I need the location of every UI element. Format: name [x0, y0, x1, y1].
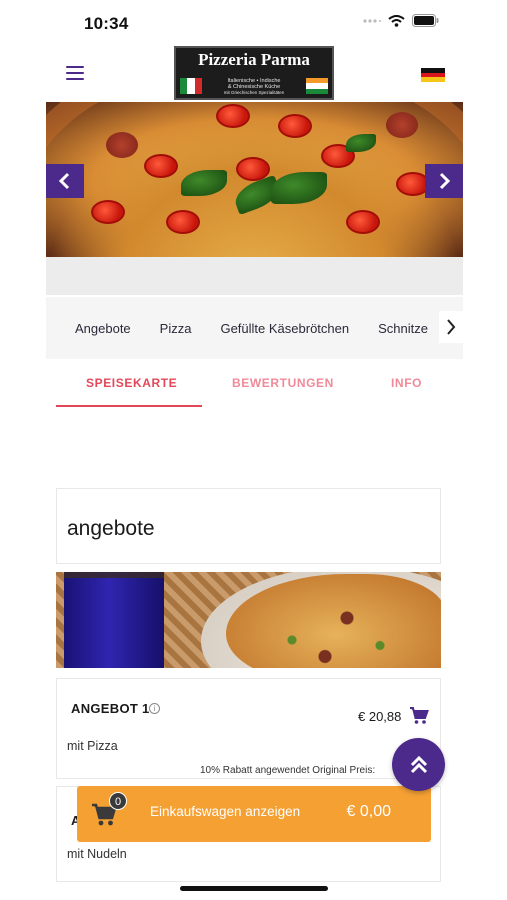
- hamburger-icon[interactable]: [66, 66, 84, 80]
- home-indicator: [180, 886, 328, 891]
- cart-label: Einkaufswagen anzeigen: [150, 804, 301, 819]
- info-icon[interactable]: i: [149, 703, 160, 714]
- section-header-card: angebote: [56, 488, 441, 564]
- category-next-button[interactable]: [439, 311, 463, 343]
- tomato-topping: [346, 210, 380, 234]
- product-card[interactable]: ANGEBOT 1 i € 20,88 mit Pizza 10% Rabatt…: [56, 678, 441, 779]
- product-name: ANGEBOT 1: [71, 701, 150, 716]
- product-description: mit Pizza: [67, 739, 118, 753]
- tab-speisekarte[interactable]: SPEISEKARTE: [86, 376, 177, 390]
- tomato-topping: [144, 154, 178, 178]
- battery-icon: [412, 14, 439, 27]
- carousel-next-button[interactable]: [425, 164, 463, 198]
- double-chevron-up-icon: [410, 755, 427, 773]
- product-description: mit Nudeln: [67, 847, 127, 861]
- cart-count-badge: 0: [109, 792, 127, 810]
- chevron-right-icon: [447, 319, 456, 335]
- tomato-topping: [278, 114, 312, 138]
- status-icons: [363, 14, 439, 27]
- category-item-gefuellte-kaesebroetchen[interactable]: Gefüllte Käsebrötchen: [220, 321, 349, 336]
- section-title: angebote: [67, 517, 155, 540]
- app-header: Pizzeria Parma Italienische • Indische &…: [46, 44, 463, 102]
- hero-band: [46, 257, 463, 295]
- category-item-pizza[interactable]: Pizza: [160, 321, 192, 336]
- scroll-to-top-button[interactable]: [392, 738, 445, 791]
- hero-carousel: [46, 102, 463, 257]
- status-time: 10:34: [84, 14, 129, 33]
- tab-bar: SPEISEKARTE BEWERTUNGEN INFO: [46, 362, 463, 410]
- logo[interactable]: Pizzeria Parma Italienische • Indische &…: [174, 46, 334, 100]
- category-nav: Angebote Pizza Gefüllte Käsebrötchen Sch…: [46, 297, 463, 359]
- tomato-topping: [166, 210, 200, 234]
- salami-topping: [386, 112, 418, 138]
- tab-info[interactable]: INFO: [391, 376, 422, 390]
- cart-total: € 0,00: [346, 803, 391, 820]
- view-cart-button[interactable]: 0 Einkaufswagen anzeigen € 0,00: [77, 786, 431, 842]
- chevron-left-icon: [58, 172, 70, 190]
- logo-title: Pizzeria Parma: [198, 50, 310, 69]
- cart-icon: [410, 707, 429, 724]
- add-to-cart-button[interactable]: [409, 707, 429, 730]
- india-flag-icon: [306, 78, 328, 94]
- salami-topping: [106, 132, 138, 158]
- status-bar: 10:34: [0, 0, 507, 46]
- carousel-prev-button[interactable]: [46, 164, 84, 198]
- category-list: Angebote Pizza Gefüllte Käsebrötchen Sch…: [75, 297, 457, 359]
- wifi-icon: [388, 14, 405, 27]
- signal-icon: [363, 18, 381, 23]
- product-discount-note: 10% Rabatt angewendet Original Preis:: [200, 765, 376, 776]
- chevron-right-icon: [439, 172, 451, 190]
- tomato-topping: [91, 200, 125, 224]
- category-item-angebote[interactable]: Angebote: [75, 321, 131, 336]
- section-image: [56, 572, 441, 668]
- tab-active-indicator: [56, 405, 202, 407]
- product-price: € 20,88: [358, 709, 402, 724]
- category-item-schnitzel[interactable]: Schnitze: [378, 321, 428, 336]
- drink-cup: [64, 572, 164, 668]
- tomato-topping: [216, 104, 250, 128]
- german-flag-icon[interactable]: [421, 68, 445, 83]
- tab-bewertungen[interactable]: BEWERTUNGEN: [232, 376, 334, 390]
